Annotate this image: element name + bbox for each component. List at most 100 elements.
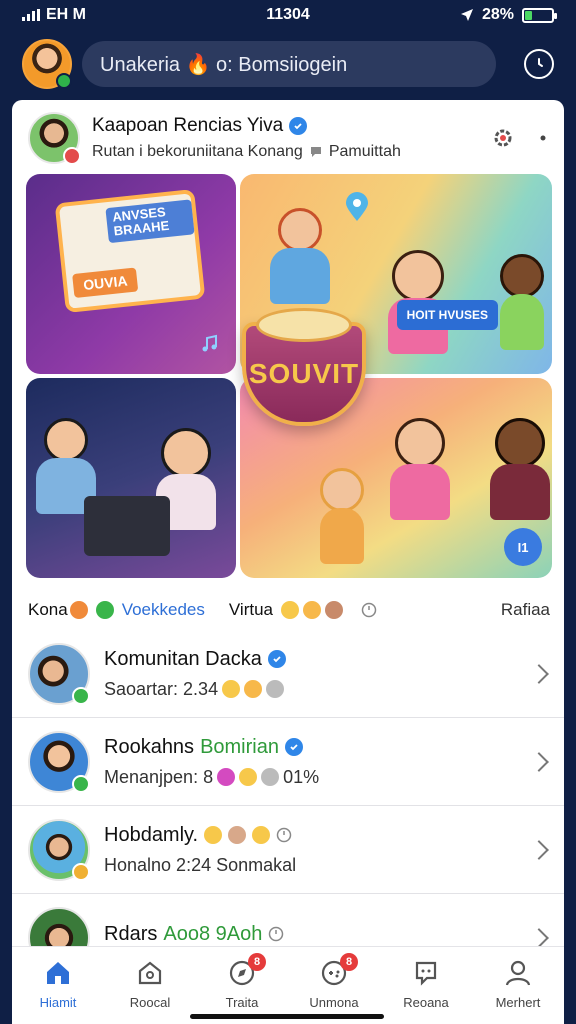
list-title-green: Aoo8 9Aoh <box>163 922 263 945</box>
signal-icon <box>22 9 40 21</box>
list-title: Rdars <box>104 922 158 945</box>
location-arrow-icon <box>460 9 473 21</box>
emoji-icon <box>252 826 271 844</box>
list-text: Hobdamly. Honalno 2:24 Sonmakal <box>104 824 518 876</box>
list-title-row: Rdars Aoo8 9Aoh <box>104 923 518 946</box>
list-title: Komunitan Dacka <box>104 647 262 670</box>
list-sub-row: Menanjpen: 8 01% <box>104 767 518 788</box>
chevron-right-icon[interactable] <box>529 928 549 946</box>
list-text: Rdars Aoo8 9Aoh <box>104 923 518 947</box>
chevron-right-icon[interactable] <box>529 839 549 860</box>
nav-label: Roocal <box>129 995 171 1010</box>
nav-label: Unmona <box>309 995 359 1010</box>
nav-profile[interactable]: Merhert <box>478 959 558 1010</box>
emoji-icon <box>204 826 223 844</box>
list-avatar <box>28 642 90 705</box>
chevron-right-icon[interactable] <box>529 663 549 684</box>
laugh-emoji-icon <box>303 601 321 619</box>
list-item[interactable]: Hobdamly. Honalno 2:24 Sonmakal <box>12 806 564 894</box>
nav-local[interactable]: Roocal <box>110 959 190 1010</box>
tag-second[interactable]: Voekkedes <box>122 600 205 620</box>
list-subtitle: Menanjpen: 8 <box>104 766 214 787</box>
battery-percent: 28% <box>481 6 514 23</box>
video-card-label: ANVSES BRAAHE <box>105 199 195 243</box>
list-subtitle-tail: 01% <box>283 766 320 787</box>
list-title: Hobdamly. <box>104 823 199 846</box>
notification-badge: 8 <box>248 953 266 971</box>
list-title-row: Hobdamly. <box>104 824 518 847</box>
nav-messages[interactable]: Reoana <box>386 959 466 1010</box>
tag-right[interactable]: Rafiaa <box>501 600 550 620</box>
fire-emoji-icon <box>69 601 88 619</box>
emoji-icon <box>244 680 263 698</box>
status-bar: EH M 11304 28% <box>0 0 576 30</box>
collage-tile-video-call[interactable]: ANVSES BRAAHE OUVIA <box>26 174 236 374</box>
post-subtitle-row: Rutan i bekoruniitana Konang Pamuittah <box>92 143 478 161</box>
play-badge[interactable]: I1 <box>504 528 542 566</box>
status-badge <box>72 862 90 881</box>
list-subtitle: Saoartar: 2.34 <box>104 678 219 699</box>
emoji-icon <box>261 768 280 786</box>
verified-icon <box>284 738 303 756</box>
search-text: Unakeria 🔥 o: Bomsiiogein <box>100 53 348 76</box>
music-note-icon <box>202 334 217 352</box>
toddler-figure <box>320 468 364 564</box>
nav-trending[interactable]: 8 Traita <box>202 953 282 1010</box>
more-options-icon[interactable] <box>538 133 548 143</box>
video-card-button: OUVIA <box>72 267 139 299</box>
clock-label: 11304 <box>266 6 310 23</box>
list-avatar <box>28 907 90 946</box>
status-right: 28% <box>460 6 557 24</box>
video-call-card: ANVSES BRAAHE OUVIA <box>54 188 206 314</box>
list-item[interactable]: Rdars Aoo8 9Aoh <box>12 894 564 946</box>
post-title-row: Kaapoan Rencias Yiva <box>92 115 478 137</box>
verified-icon <box>267 650 286 668</box>
profile-avatar[interactable] <box>22 39 72 89</box>
laptop <box>84 496 170 556</box>
search-bar[interactable]: Unakeria 🔥 o: Bomsiiogein <box>82 41 496 87</box>
list-title-row: Komunitan Dacka <box>104 648 518 671</box>
settings-gear-icon[interactable] <box>490 125 516 151</box>
collage-tile-friends-laptop[interactable] <box>26 378 236 578</box>
post-author-avatar[interactable] <box>28 112 81 165</box>
nav-label: Merhert <box>495 995 541 1010</box>
list-avatar <box>28 730 90 793</box>
chevron-right-icon[interactable] <box>529 751 549 772</box>
tag-first[interactable]: Kona <box>28 600 68 620</box>
list-title-row: Rookahns Bomirian <box>104 736 518 759</box>
check-emoji-icon <box>95 601 114 619</box>
carrier-label: EH M <box>46 6 86 23</box>
notification-badge: 8 <box>340 953 358 971</box>
clock-small-icon <box>361 602 377 618</box>
list-sub-row: Saoartar: 2.34 <box>104 679 518 700</box>
post-subtitle: Rutan i bekoruniitana Konang <box>92 143 303 160</box>
feed-card: Kaapoan Rencias Yiva Rutan i bekoruniita… <box>12 100 564 946</box>
emoji-icon <box>222 680 241 698</box>
nav-label: Hiamit <box>39 995 77 1010</box>
tag-third[interactable]: Virtua <box>229 600 273 620</box>
nav-games[interactable]: 8 Unmona <box>294 953 374 1010</box>
post-header: Kaapoan Rencias Yiva Rutan i bekoruniita… <box>12 100 564 176</box>
bottom-nav: Hiamit Roocal 8 Traita 8 Unmona Reoana M… <box>12 946 564 1024</box>
post-author-name[interactable]: Kaapoan Rencias Yiva <box>92 115 283 137</box>
smile-emoji-icon <box>281 601 299 619</box>
emoji-icon <box>266 680 285 698</box>
status-left: EH M <box>22 6 86 24</box>
verified-icon <box>289 117 308 135</box>
list-item[interactable]: Rookahns Bomirian Menanjpen: 8 01% <box>12 718 564 806</box>
clock-icon[interactable] <box>524 49 554 79</box>
man-figure <box>490 418 550 520</box>
clock-small-icon <box>269 926 284 942</box>
list-sub-row: Honalno 2:24 Sonmakal <box>104 855 518 876</box>
nav-label: Reoana <box>403 995 449 1010</box>
house-outline-icon <box>138 961 162 985</box>
nav-home[interactable]: Hiamit <box>18 959 98 1010</box>
home-indicator[interactable] <box>190 1014 384 1019</box>
boy-figure <box>500 254 544 350</box>
list-item[interactable]: Komunitan Dacka Saoartar: 2.34 <box>12 630 564 718</box>
post-subtitle-tail: Pamuittah <box>328 143 401 160</box>
post-image-collage[interactable]: ANVSES BRAAHE OUVIA HOIT HVUSES I1 SOUVI… <box>26 174 552 580</box>
author-status-badge <box>63 147 81 165</box>
post-meta: Kaapoan Rencias Yiva Rutan i bekoruniita… <box>92 115 478 161</box>
girl-figure-2 <box>390 418 450 520</box>
